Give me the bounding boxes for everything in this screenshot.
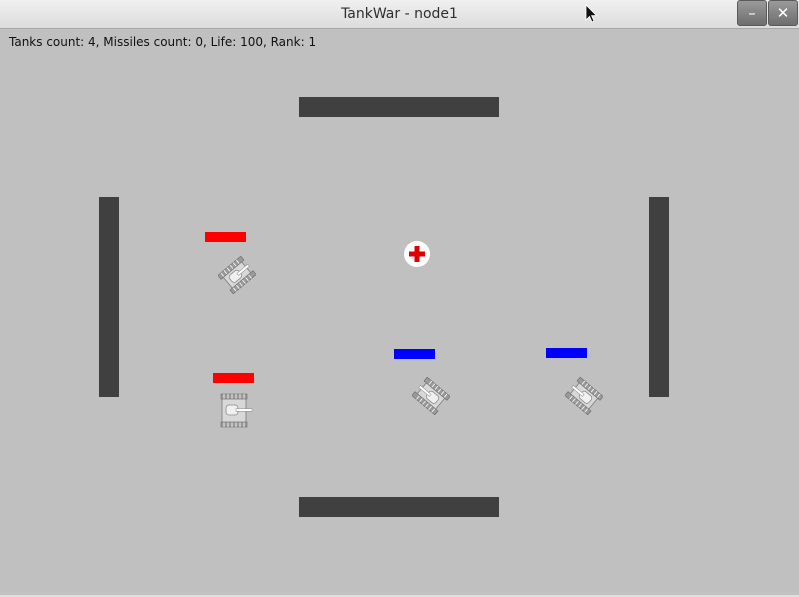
health-bar-blue: [394, 349, 435, 359]
tank-icon: [220, 393, 253, 428]
tank-icon: [565, 377, 603, 415]
wall-left: [99, 197, 119, 397]
tank-icon: [412, 377, 450, 415]
game-canvas[interactable]: Tanks count: 4, Missiles count: 0, Life:…: [0, 29, 799, 597]
window-titlebar[interactable]: TankWar - node1 – ✕: [0, 0, 799, 29]
wall-right: [649, 197, 669, 397]
health-bar-red: [213, 373, 254, 383]
health-bar-red: [205, 232, 246, 242]
health-bar-blue: [546, 348, 587, 358]
medkit-icon: [404, 241, 430, 267]
wall-bottom: [299, 497, 499, 517]
minimize-button[interactable]: –: [737, 0, 767, 26]
wall-top: [299, 97, 499, 117]
tank-icon: [218, 256, 256, 294]
mouse-cursor-icon: [585, 4, 598, 23]
status-text: Tanks count: 4, Missiles count: 0, Life:…: [9, 35, 317, 49]
close-button[interactable]: ✕: [768, 0, 798, 26]
window-title: TankWar - node1: [341, 6, 458, 22]
